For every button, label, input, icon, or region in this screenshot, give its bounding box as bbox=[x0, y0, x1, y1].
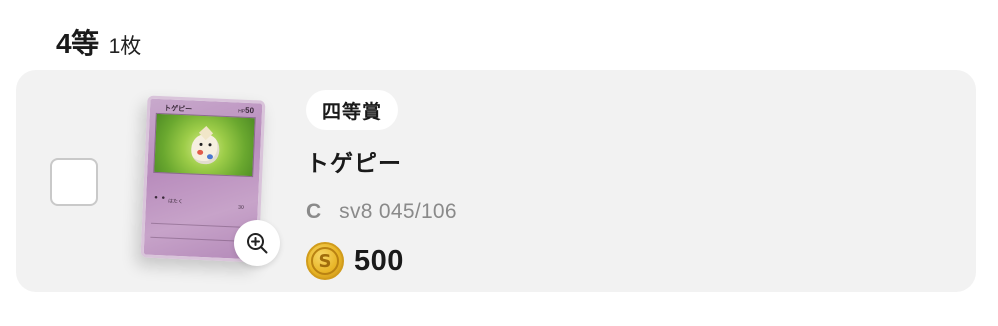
prize-badge: 四等賞 bbox=[306, 90, 399, 130]
zoom-button[interactable] bbox=[234, 220, 280, 266]
price-value: 500 bbox=[354, 244, 404, 277]
tier-count: 1枚 bbox=[108, 35, 142, 58]
card-art-attack: はたく bbox=[167, 198, 184, 206]
set-number: sv8 045/106 bbox=[339, 200, 457, 223]
rarity-label: C bbox=[306, 200, 322, 223]
card-meta: C sv8 045/106 bbox=[306, 200, 457, 224]
card-art-hp: HP50 bbox=[237, 105, 255, 116]
card-artwork bbox=[153, 112, 256, 178]
zoom-in-icon bbox=[247, 233, 268, 254]
price-row: S 500 bbox=[306, 242, 457, 280]
select-checkbox[interactable] bbox=[50, 158, 98, 206]
prize-info: 四等賞 トゲピー C sv8 045/106 S 500 bbox=[306, 90, 457, 280]
prize-row: トゲピー HP50 ● ● はたく 30 四等賞 トゲピー C sv8 045/… bbox=[16, 70, 976, 292]
card-art-damage: 30 bbox=[238, 204, 244, 211]
tier-title: 4等 bbox=[56, 28, 99, 59]
card-name: トゲピー bbox=[306, 150, 402, 176]
togepi-illustration bbox=[190, 126, 220, 165]
energy-icons: ● ● bbox=[153, 194, 167, 202]
coin-icon: S bbox=[306, 242, 344, 280]
section-header: 4等 1枚 bbox=[56, 22, 141, 62]
